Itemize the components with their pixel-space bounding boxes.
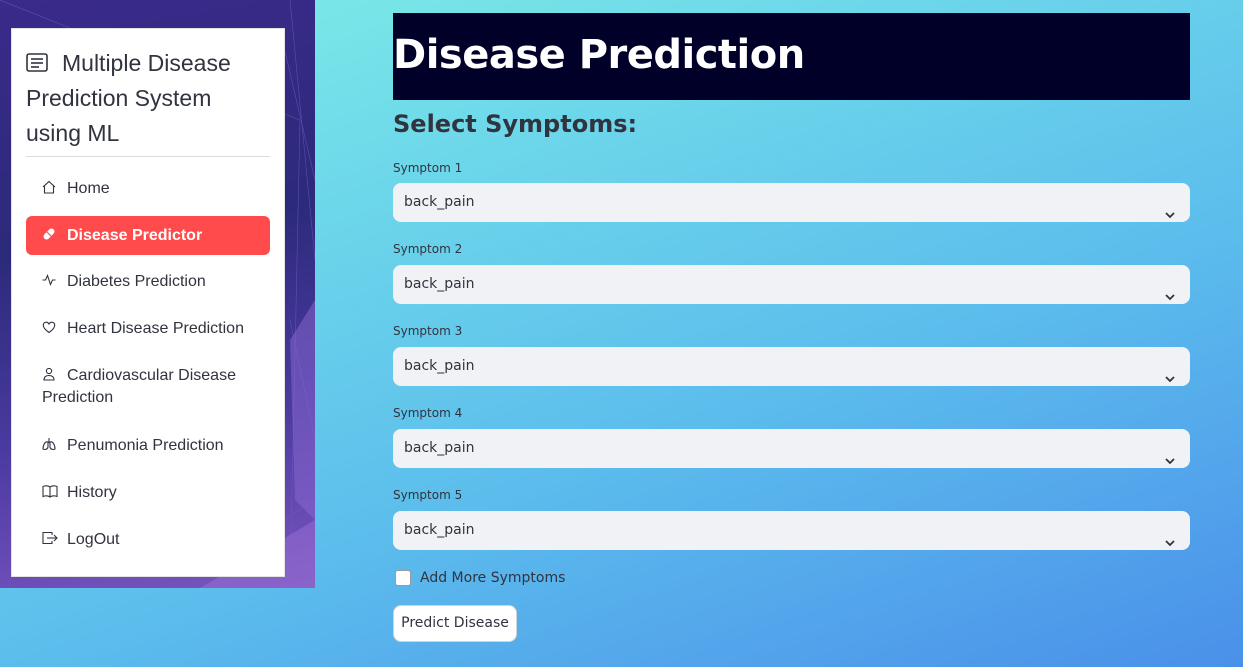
heart-icon	[42, 319, 56, 334]
sidebar-item-label: Cardiovascular Disease Prediction	[42, 367, 236, 406]
sidebar-item-label: Diabetes Prediction	[67, 273, 206, 290]
activity-icon	[42, 272, 56, 287]
sidebar-item-logout[interactable]: LogOut	[26, 529, 270, 551]
add-more-symptoms-label[interactable]: Add More Symptoms	[420, 570, 565, 586]
symptom-1-select[interactable]: back_pain	[393, 183, 1190, 222]
sidebar-item-label: History	[67, 484, 117, 501]
select-symptoms-heading: Select Symptoms:	[393, 110, 638, 138]
symptom-3-select[interactable]: back_pain	[393, 347, 1190, 386]
sidebar-item-cardiovascular-disease-prediction[interactable]: Cardiovascular Disease Prediction	[26, 365, 270, 409]
symptom-5-select[interactable]: back_pain	[393, 511, 1190, 550]
chevron-down-icon	[1164, 197, 1176, 219]
sidebar-item-label: LogOut	[67, 531, 120, 548]
chevron-down-icon	[1164, 361, 1176, 383]
symptom-1-label: Symptom 1	[393, 161, 463, 175]
selected-value: back_pain	[404, 522, 475, 538]
selected-value: back_pain	[404, 440, 475, 456]
lungs-icon	[42, 436, 56, 451]
sidebar-item-label: Disease Predictor	[67, 227, 203, 244]
predict-disease-button[interactable]: Predict Disease	[393, 605, 517, 642]
selected-value: back_pain	[404, 276, 475, 292]
sidebar-item-home[interactable]: Home	[26, 178, 270, 200]
selected-value: back_pain	[404, 358, 475, 374]
symptom-5-label: Symptom 5	[393, 488, 463, 502]
chevron-down-icon	[1164, 279, 1176, 301]
symptom-2-select[interactable]: back_pain	[393, 265, 1190, 304]
book-icon	[42, 483, 58, 498]
selected-value: back_pain	[404, 194, 475, 210]
symptom-2-label: Symptom 2	[393, 242, 463, 256]
add-more-symptoms-checkbox[interactable]	[395, 570, 411, 586]
sidebar-item-penumonia-prediction[interactable]: Penumonia Prediction	[26, 435, 270, 457]
sidebar-item-label: Heart Disease Prediction	[67, 320, 244, 337]
sidebar-item-diabetes-prediction[interactable]: Diabetes Prediction	[26, 271, 270, 293]
sidebar-divider	[26, 156, 270, 157]
chevron-down-icon	[1164, 443, 1176, 465]
sidebar-title: Multiple Disease Prediction System using…	[26, 46, 266, 151]
box-arrow-right-icon	[42, 530, 58, 545]
person-icon	[42, 366, 56, 381]
sidebar-item-history[interactable]: History	[26, 482, 270, 504]
house-icon	[42, 179, 56, 194]
sidebar-item-label: Penumonia Prediction	[67, 437, 224, 454]
page-title: Disease Prediction	[393, 32, 805, 78]
capsule-icon	[42, 217, 56, 240]
symptom-3-label: Symptom 3	[393, 324, 463, 338]
sidebar-item-heart-disease-prediction[interactable]: Heart Disease Prediction	[26, 318, 270, 340]
sidebar-title-text: Multiple Disease Prediction System using…	[26, 50, 231, 146]
chevron-down-icon	[1164, 525, 1176, 547]
document-list-icon	[26, 48, 48, 72]
sidebar-item-disease-predictor[interactable]: Disease Predictor	[26, 216, 270, 255]
symptom-4-label: Symptom 4	[393, 406, 463, 420]
symptom-4-select[interactable]: back_pain	[393, 429, 1190, 468]
sidebar-item-label: Home	[67, 180, 110, 197]
